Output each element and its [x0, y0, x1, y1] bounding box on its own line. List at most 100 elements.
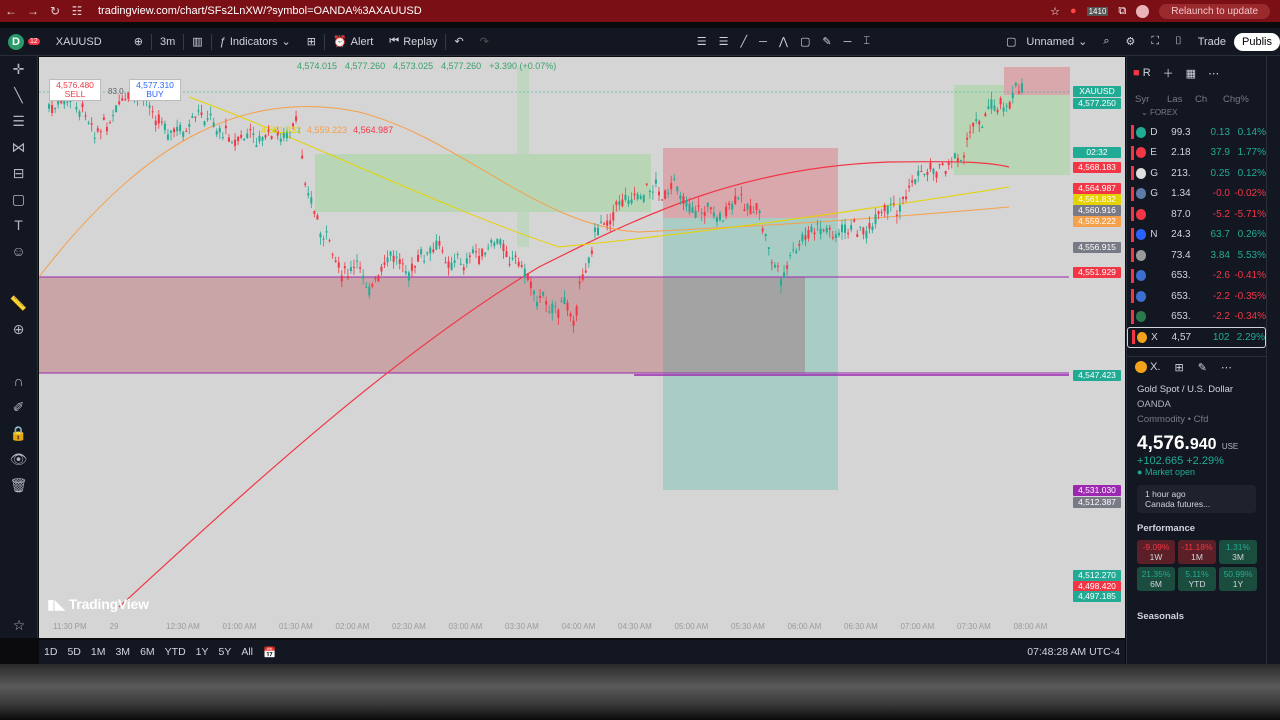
layout-selector[interactable]: ▢ Unnamed ⌄ [998, 28, 1095, 56]
fullscreen-icon[interactable]: ⛶ [1143, 28, 1167, 56]
range-button-ytd[interactable]: YTD [160, 646, 191, 658]
rect-icon[interactable]: ▢ [800, 35, 810, 48]
forward-icon[interactable]: → [22, 4, 44, 18]
watchlist-title[interactable]: ■ R [1133, 67, 1151, 79]
details-symbol[interactable]: X. [1135, 361, 1160, 374]
address-bar[interactable]: tradingview.com/chart/SFs2LnXW/?symbol=O… [98, 5, 422, 17]
measure-icon[interactable]: ⌶ [863, 35, 870, 48]
back-icon[interactable]: ← [0, 4, 22, 18]
user-avatar[interactable]: D 12 [0, 28, 48, 56]
range-button-5d[interactable]: 5D [62, 646, 85, 658]
crosshair-icon[interactable]: ✛ [0, 56, 37, 82]
trade-button[interactable]: Trade [1190, 28, 1234, 56]
path-icon[interactable]: ⋀ [779, 35, 788, 48]
time-scale[interactable]: 11:30 PM 29 12:30 AM 01:00 AM 01:30 AM 02:00 … [39, 622, 1069, 636]
watchlist-row[interactable]: 87.0 -5.2 -5.71% [1127, 204, 1266, 225]
watchlist-row[interactable]: E 2.18 37.9 1.77% [1127, 143, 1266, 164]
extensions-icon[interactable]: ⧉ [1118, 5, 1126, 18]
goto-date-icon[interactable]: 📅 [258, 646, 281, 659]
range-button-3m[interactable]: 3M [110, 646, 135, 658]
perf-cell-1m[interactable]: -11.18% 1M [1178, 539, 1216, 564]
watchlist-row[interactable]: X 4,57 102 2.29% [1127, 327, 1266, 348]
watchlist-row[interactable]: 653. -2.2 -0.34% [1127, 307, 1266, 328]
search-icon[interactable]: ⌕ [1095, 28, 1117, 56]
stay-drawing-icon[interactable]: ✐ [0, 394, 37, 420]
favorite-star-icon[interactable]: ☆ [0, 612, 38, 638]
trendline-tool-icon[interactable]: ╲ [0, 82, 37, 108]
pattern-tool-icon[interactable]: ⋈ [0, 134, 37, 160]
lock-icon[interactable]: 🔒 [0, 420, 37, 446]
watchlist-row[interactable]: 73.4 3.84 5.53% [1127, 245, 1266, 266]
symbol-search[interactable]: XAUUSD [48, 28, 126, 56]
range-button-1m[interactable]: 1M [86, 646, 111, 658]
trash-icon[interactable]: 🗑 [0, 472, 37, 498]
magnet-icon[interactable]: ∩ [0, 368, 37, 394]
news-card[interactable]: 1 hour ago Canada futures... [1137, 484, 1256, 513]
redo-icon[interactable]: ↷ [472, 28, 497, 56]
forecast-tool-icon[interactable]: ⊟ [0, 160, 37, 186]
profile-avatar[interactable] [1136, 4, 1150, 18]
extension-icon[interactable]: ● [1070, 5, 1077, 17]
watchlist-row[interactable]: G 213. 0.25 0.12% [1127, 163, 1266, 184]
grid-icon[interactable]: ⊞ [1174, 361, 1183, 374]
edit-icon[interactable]: ✎ [1198, 361, 1207, 374]
advanced-view-icon[interactable]: ▦ [1186, 67, 1196, 80]
col-chgpct[interactable]: Chg% [1223, 94, 1249, 105]
seasonals-heading[interactable]: Seasonals [1137, 611, 1256, 622]
publish-button[interactable]: Publis [1234, 32, 1280, 51]
perf-cell-ytd[interactable]: 5.11% YTD [1178, 566, 1216, 591]
range-button-5y[interactable]: 5Y [214, 646, 237, 658]
add-symbol-icon[interactable]: ＋ [1163, 65, 1174, 81]
instrument-name[interactable]: Gold Spot / U.S. Dollar [1137, 384, 1256, 395]
brush-icon[interactable]: ✎ [822, 35, 831, 48]
buy-button[interactable]: 4,577.310 BUY [129, 79, 181, 101]
bookmark-star-icon[interactable]: ☆ [1050, 5, 1060, 18]
fib-icon[interactable]: ☰ [697, 35, 707, 48]
eye-icon[interactable]: 👁 [0, 446, 37, 472]
watchlist-row[interactable]: D 99.3 0.13 0.14% [1127, 122, 1266, 143]
alert-button[interactable]: ⏰ Alert [325, 28, 381, 56]
col-chg[interactable]: Ch [1195, 94, 1223, 105]
text-tool-icon[interactable]: T [0, 212, 37, 238]
perf-cell-1w[interactable]: -9.09% 1W [1137, 539, 1175, 564]
watchlist-row[interactable]: G 1.34 -0.0 -0.02% [1127, 184, 1266, 205]
hline-icon[interactable]: ─ [759, 36, 767, 48]
zoom-icon[interactable]: ⊕ [0, 316, 37, 342]
camera-icon[interactable]: ⌷ [1167, 28, 1190, 56]
trendline-icon[interactable]: ╱ [741, 35, 748, 48]
watchlist-row[interactable]: 653. -2.2 -0.35% [1127, 286, 1266, 307]
chart-type-icon[interactable]: ▥ [184, 28, 210, 56]
templates-icon[interactable]: ⊞ [299, 28, 324, 56]
interval-selector[interactable]: 3m [152, 28, 183, 56]
watchlist-row[interactable]: N 24.3 63.7 0.26% [1127, 225, 1266, 246]
fib-tool-icon[interactable]: ☰ [0, 108, 37, 134]
perf-cell-1y[interactable]: 50.99% 1Y [1219, 566, 1257, 591]
sell-button[interactable]: 4,576.480 SELL [49, 79, 101, 101]
more-icon[interactable]: ⋯ [1221, 361, 1232, 374]
perf-cell-3m[interactable]: 1.31% 3M [1219, 539, 1257, 564]
more-icon[interactable]: ⋯ [1208, 67, 1219, 80]
range-button-all[interactable]: All [236, 646, 258, 658]
indicators-button[interactable]: ƒ Indicators ⌄ [212, 28, 299, 56]
drawing-favorites[interactable]: ☰ ☰ ╱ ─ ⋀ ▢ ✎ ─ ⌶ [689, 28, 878, 56]
settings-icon[interactable]: ⚙ [1118, 28, 1144, 56]
channel-icon[interactable]: ☰ [719, 35, 729, 48]
range-button-1d[interactable]: 1D [39, 646, 62, 658]
chart-canvas[interactable]: 4,574.015 4,577.260 4,573.025 4,577.260 … [39, 57, 1125, 638]
reload-icon[interactable]: ↻ [44, 4, 66, 18]
range-button-6m[interactable]: 6M [135, 646, 160, 658]
perf-cell-6m[interactable]: 21.35% 6M [1137, 566, 1175, 591]
undo-icon[interactable]: ↶ [446, 28, 471, 56]
price-scale[interactable]: XAUUSD 4,577.250 02:32 4,568.183 4,564.987 4,… [1069, 57, 1125, 622]
clock[interactable]: 07:48:28 AM UTC-4 [1022, 646, 1125, 658]
icon-tool-icon[interactable]: ☺ [0, 238, 37, 264]
watchlist-row[interactable]: 653. -2.6 -0.41% [1127, 266, 1266, 287]
ray-icon[interactable]: ─ [844, 36, 852, 48]
shape-tool-icon[interactable]: ▢ [0, 186, 37, 212]
relaunch-button[interactable]: Relaunch to update [1159, 3, 1270, 19]
col-last[interactable]: Las [1167, 94, 1195, 105]
replay-button[interactable]: ⏮ Replay [381, 28, 445, 56]
site-settings-icon[interactable]: ☷ [66, 4, 88, 18]
ruler-icon[interactable]: 📏 [0, 290, 37, 316]
extension-badge[interactable]: 1410 [1086, 6, 1109, 16]
